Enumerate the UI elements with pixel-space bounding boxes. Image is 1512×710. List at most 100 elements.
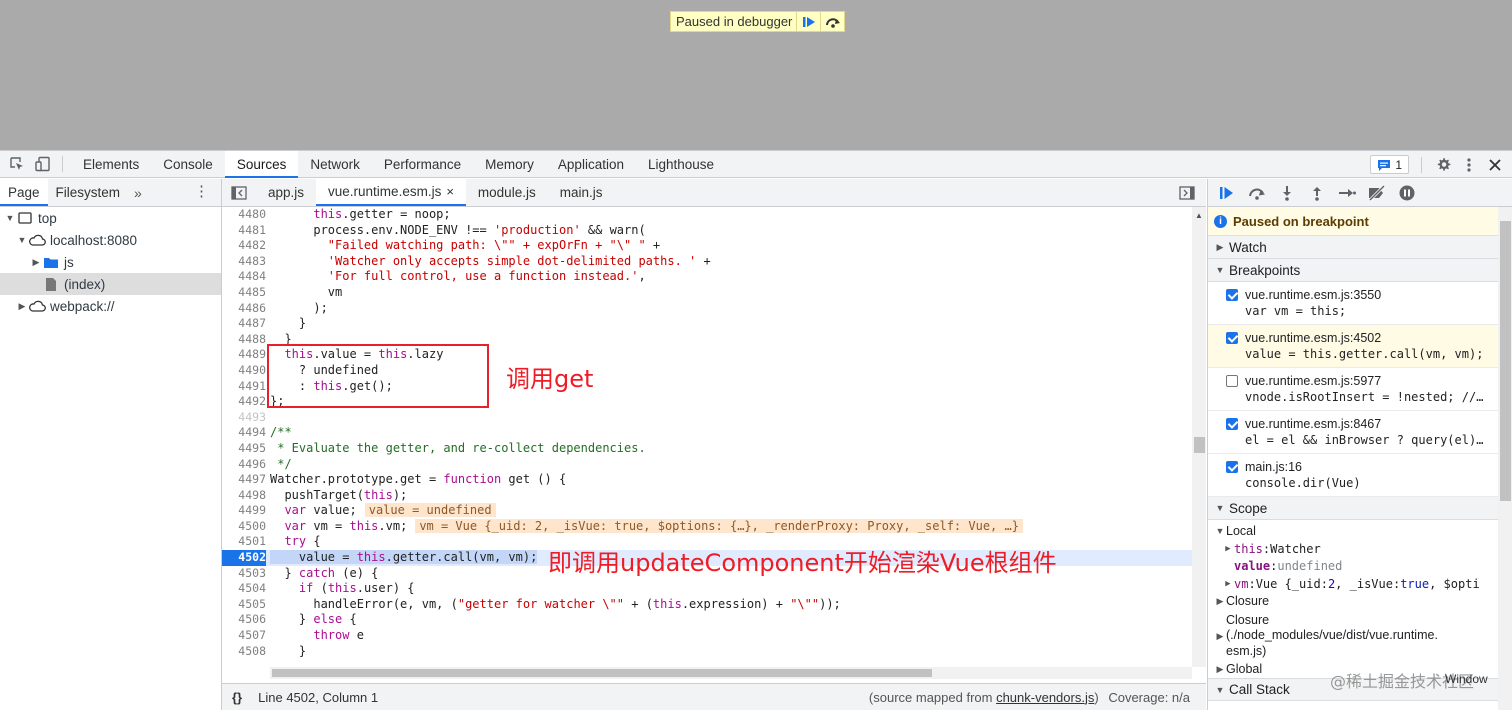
toggle-debugger-icon[interactable] (1174, 180, 1200, 206)
code-line: 4506 } else { (238, 612, 357, 627)
navigator-menu-kebab-icon[interactable]: ⋮ (194, 184, 209, 200)
file-tab-main-js[interactable]: main.js (548, 179, 615, 206)
message-icon (1378, 159, 1391, 171)
tree-label-js: js (64, 254, 74, 270)
scope-local[interactable]: ▼ Local (1208, 523, 1512, 541)
file-tab-label: module.js (477, 185, 536, 200)
more-tabs-chevron-icon[interactable]: » (128, 185, 148, 201)
file-tab-module-js[interactable]: module.js (466, 179, 548, 206)
breakpoint-checkbox[interactable] (1226, 332, 1238, 344)
tree-item-js[interactable]: ▶ js (0, 251, 221, 273)
scope-prop-value[interactable]: value: undefined (1208, 558, 1512, 576)
resume-button[interactable] (796, 12, 820, 31)
breakpoint-checkbox[interactable] (1226, 461, 1238, 473)
code-line: 4487 } (238, 316, 307, 331)
deactivate-breakpoints-button[interactable] (1364, 181, 1390, 205)
step-into-icon (1283, 185, 1291, 201)
scrollbar-thumb[interactable] (272, 669, 932, 677)
issues-badge[interactable]: 1 (1370, 155, 1409, 174)
step-out-button[interactable] (1304, 181, 1330, 205)
expanded-triangle-icon: ▼ (1215, 684, 1225, 695)
tab-console[interactable]: Console (151, 151, 225, 178)
source-map-link[interactable]: chunk-vendors.js (996, 690, 1094, 705)
paused-banner-text: Paused in debugger (676, 14, 793, 29)
scope-closure[interactable]: ▶ Closure (1208, 593, 1512, 611)
editor-horizontal-scrollbar[interactable] (270, 667, 1192, 679)
inline-value-badge: value = undefined (364, 503, 496, 518)
editor-vertical-scrollbar[interactable]: ▲ (1192, 207, 1206, 667)
debugger-toolbar (1208, 179, 1512, 207)
scope-closure-module[interactable]: Closure ▶ (./node_modules/vue/dist/vue.ru… (1208, 613, 1512, 659)
tab-memory[interactable]: Memory (473, 151, 546, 178)
section-title: Watch (1229, 239, 1267, 255)
breakpoint-code: el = el && inBrowser ? query(el)… (1245, 433, 1484, 447)
step-over-button[interactable] (820, 12, 844, 31)
code-line: 4483 'Watcher only accepts simple dot-de… (238, 253, 711, 268)
tree-item-localhost[interactable]: ▼ localhost:8080 (0, 229, 221, 251)
file-tab-vue-runtime[interactable]: vue.runtime.esm.js × (316, 179, 466, 206)
breakpoint-checkbox[interactable] (1226, 375, 1238, 387)
settings-gear-icon[interactable] (1430, 152, 1456, 178)
tab-network[interactable]: Network (298, 151, 372, 178)
tab-performance[interactable]: Performance (372, 151, 473, 178)
paused-message-text: Paused on breakpoint (1233, 213, 1369, 229)
collapsed-triangle-icon: ▶ (1216, 241, 1224, 252)
scrollbar-thumb[interactable] (1500, 221, 1511, 501)
pause-on-exceptions-button[interactable] (1394, 181, 1420, 205)
breakpoint-location: vue.runtime.esm.js:4502 (1245, 331, 1382, 345)
breakpoint-item[interactable]: vue.runtime.esm.js:3550 var vm = this; (1208, 282, 1512, 325)
tree-label-localhost: localhost:8080 (50, 232, 138, 248)
breakpoint-checkbox[interactable] (1226, 418, 1238, 430)
scroll-up-arrow-icon[interactable]: ▲ (1195, 211, 1203, 220)
toggle-navigator-icon[interactable] (226, 180, 252, 206)
expanded-triangle-icon: ▼ (1215, 503, 1225, 513)
step-over-button[interactable] (1244, 181, 1270, 205)
scrollbar-thumb[interactable] (1194, 437, 1205, 453)
tree-item-top[interactable]: ▼ top (0, 207, 221, 229)
code-line: 4500 var vm = this.vm; vm = Vue {_uid: 2,… (222, 518, 1192, 535)
tab-application[interactable]: Application (546, 151, 636, 178)
step-button[interactable] (1334, 181, 1360, 205)
breakpoint-code: var vm = this; (1245, 304, 1347, 318)
code-line: 4504 if (this.user) { (238, 581, 415, 596)
sidebar-scrollbar[interactable] (1498, 207, 1512, 710)
cloud-icon (28, 232, 46, 248)
more-options-kebab-icon[interactable] (1456, 152, 1482, 178)
breakpoint-item[interactable]: main.js:16 console.dir(Vue) (1208, 454, 1512, 497)
code-area[interactable]: 4480 this.getter = noop; 4481 process.en… (222, 207, 1192, 665)
navigator-tab-page[interactable]: Page (0, 179, 48, 206)
breakpoints-section-header[interactable]: ▼ Breakpoints (1208, 259, 1512, 282)
breakpoint-item[interactable]: vue.runtime.esm.js:8467 el = el && inBro… (1208, 411, 1512, 454)
scope-section-header[interactable]: ▼ Scope (1208, 497, 1512, 520)
tab-elements[interactable]: Elements (71, 151, 151, 178)
file-icon (42, 276, 60, 292)
step-icon (1339, 188, 1356, 197)
breakpoint-location: vue.runtime.esm.js:3550 (1245, 288, 1382, 302)
breakpoint-location: main.js:16 (1245, 460, 1302, 474)
pretty-print-button[interactable]: {} (232, 690, 242, 705)
device-toolbar-icon[interactable] (30, 151, 56, 177)
paused-in-debugger-banner: Paused in debugger (670, 11, 846, 32)
resume-script-button[interactable] (1214, 181, 1240, 205)
breakpoint-marker[interactable]: 4502 (222, 550, 266, 566)
scope-prop-vm[interactable]: ▶ vm: Vue {_uid: 2, _isVue: true, $opti (1208, 576, 1512, 594)
navigator-tab-filesystem[interactable]: Filesystem (48, 179, 129, 206)
debugger-sidebar: i Paused on breakpoint ▶ Watch ▼ Breakpo… (1207, 179, 1512, 710)
watch-section-header[interactable]: ▶ Watch (1208, 236, 1512, 259)
inspect-element-icon[interactable] (4, 151, 30, 177)
tree-item-webpack[interactable]: ▶ webpack:// (0, 295, 221, 317)
file-tab-app-js[interactable]: app.js (256, 179, 316, 206)
tab-sources[interactable]: Sources (224, 150, 299, 178)
tab-lighthouse[interactable]: Lighthouse (636, 151, 726, 178)
scope-prop-this[interactable]: ▶ this: Watcher (1208, 541, 1512, 559)
sources-navigator: Page Filesystem » ⋮ ▼ top ▼ localhost:80… (0, 179, 222, 710)
close-tab-icon[interactable]: × (446, 178, 454, 205)
breakpoint-item[interactable]: vue.runtime.esm.js:5977 vnode.isRootInse… (1208, 368, 1512, 411)
close-devtools-icon[interactable] (1482, 152, 1508, 178)
breakpoint-checkbox[interactable] (1226, 289, 1238, 301)
breakpoint-item-hit[interactable]: vue.runtime.esm.js:4502 value = this.get… (1208, 325, 1512, 368)
step-into-button[interactable] (1274, 181, 1300, 205)
code-line: 4486 ); (238, 300, 328, 315)
info-icon: i (1214, 214, 1227, 228)
tree-item-index[interactable]: (index) (0, 273, 221, 295)
